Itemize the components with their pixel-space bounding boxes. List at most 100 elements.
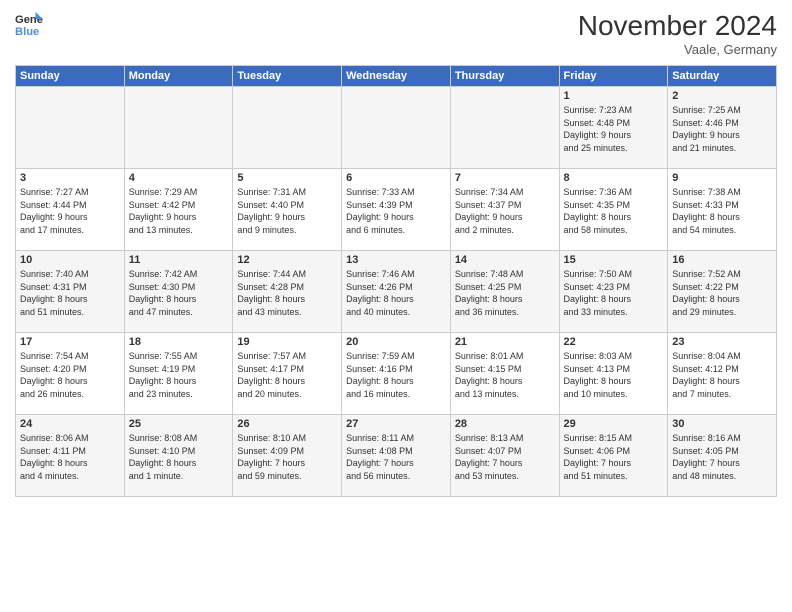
day-cell-3-0: 17Sunrise: 7:54 AM Sunset: 4:20 PM Dayli… [16, 333, 125, 415]
day-cell-3-3: 20Sunrise: 7:59 AM Sunset: 4:16 PM Dayli… [342, 333, 451, 415]
header: General Blue November 2024 Vaale, German… [15, 10, 777, 57]
day-number: 9 [672, 172, 772, 184]
day-number: 6 [346, 172, 446, 184]
day-cell-3-5: 22 Sunrise: 8:03 AM Sunset: 4:13 PM Dayli… [559, 333, 668, 415]
day-cell-2-1: 11 Sunrise: 7:42 AM Sunset: 4:30 PM Dayli… [124, 251, 233, 333]
day-cell-0-4 [450, 87, 559, 169]
day-number: 12 [237, 254, 337, 266]
day-cell-1-4: 7Sunrise: 7:34 AM Sunset: 4:37 PM Daylig… [450, 169, 559, 251]
day-cell-0-1 [124, 87, 233, 169]
day-cell-4-2: 26Sunrise: 8:10 AM Sunset: 4:09 PM Dayli… [233, 415, 342, 497]
day-cell-3-4: 21 Sunrise: 8:01 AM Sunset: 4:15 PM Dayli… [450, 333, 559, 415]
day-info: Sunrise: 7:27 AM Sunset: 4:44 PM Dayligh… [20, 186, 120, 236]
day-cell-0-0 [16, 87, 125, 169]
day-number: 3 [20, 172, 120, 184]
day-info: Sunrise: 8:15 AM Sunset: 4:06 PM Dayligh… [564, 432, 664, 482]
day-number: 4 [129, 172, 229, 184]
day-info: Sunrise: 7:54 AM Sunset: 4:20 PM Dayligh… [20, 350, 120, 400]
day-cell-1-3: 6 Sunrise: 7:33 AM Sunset: 4:39 PM Daylig… [342, 169, 451, 251]
col-friday: Friday [559, 66, 668, 87]
day-number: 13 [346, 254, 446, 266]
month-title: November 2024 [578, 10, 777, 42]
day-cell-3-6: 23 Sunrise: 8:04 AM Sunset: 4:12 PM Dayli… [668, 333, 777, 415]
title-block: November 2024 Vaale, Germany [578, 10, 777, 57]
day-cell-1-6: 9 Sunrise: 7:38 AM Sunset: 4:33 PM Daylig… [668, 169, 777, 251]
location: Vaale, Germany [578, 42, 777, 57]
day-cell-2-6: 16 Sunrise: 7:52 AM Sunset: 4:22 PM Dayli… [668, 251, 777, 333]
week-row-5: 24Sunrise: 8:06 AM Sunset: 4:11 PM Dayli… [16, 415, 777, 497]
day-info: Sunrise: 7:48 AM Sunset: 4:25 PM Dayligh… [455, 268, 555, 318]
day-number: 15 [564, 254, 664, 266]
day-number: 5 [237, 172, 337, 184]
col-wednesday: Wednesday [342, 66, 451, 87]
day-info: Sunrise: 7:57 AM Sunset: 4:17 PM Dayligh… [237, 350, 337, 400]
day-cell-0-2 [233, 87, 342, 169]
day-number: 20 [346, 336, 446, 348]
day-number: 16 [672, 254, 772, 266]
day-cell-1-0: 3 Sunrise: 7:27 AM Sunset: 4:44 PM Daylig… [16, 169, 125, 251]
day-info: Sunrise: 7:50 AM Sunset: 4:23 PM Dayligh… [564, 268, 664, 318]
week-row-2: 3 Sunrise: 7:27 AM Sunset: 4:44 PM Daylig… [16, 169, 777, 251]
col-tuesday: Tuesday [233, 66, 342, 87]
day-info: Sunrise: 8:11 AM Sunset: 4:08 PM Dayligh… [346, 432, 446, 482]
day-cell-0-5: 1 Sunrise: 7:23 AM Sunset: 4:48 PM Daylig… [559, 87, 668, 169]
day-info: Sunrise: 7:36 AM Sunset: 4:35 PM Dayligh… [564, 186, 664, 236]
col-saturday: Saturday [668, 66, 777, 87]
day-number: 7 [455, 172, 555, 184]
day-cell-0-3 [342, 87, 451, 169]
day-info: Sunrise: 7:33 AM Sunset: 4:39 PM Dayligh… [346, 186, 446, 236]
day-number: 28 [455, 418, 555, 430]
day-info: Sunrise: 7:40 AM Sunset: 4:31 PM Dayligh… [20, 268, 120, 318]
col-monday: Monday [124, 66, 233, 87]
day-number: 22 [564, 336, 664, 348]
day-number: 10 [20, 254, 120, 266]
logo-icon: General Blue [15, 10, 43, 38]
day-info: Sunrise: 8:13 AM Sunset: 4:07 PM Dayligh… [455, 432, 555, 482]
day-cell-3-1: 18Sunrise: 7:55 AM Sunset: 4:19 PM Dayli… [124, 333, 233, 415]
day-info: Sunrise: 8:06 AM Sunset: 4:11 PM Dayligh… [20, 432, 120, 482]
day-number: 1 [564, 90, 664, 102]
day-cell-0-6: 2Sunrise: 7:25 AM Sunset: 4:46 PM Daylig… [668, 87, 777, 169]
day-info: Sunrise: 7:55 AM Sunset: 4:19 PM Dayligh… [129, 350, 229, 400]
day-number: 2 [672, 90, 772, 102]
day-number: 14 [455, 254, 555, 266]
day-number: 25 [129, 418, 229, 430]
day-cell-4-5: 29 Sunrise: 8:15 AM Sunset: 4:06 PM Dayli… [559, 415, 668, 497]
day-cell-1-1: 4 Sunrise: 7:29 AM Sunset: 4:42 PM Daylig… [124, 169, 233, 251]
day-number: 19 [237, 336, 337, 348]
svg-text:Blue: Blue [15, 26, 39, 38]
day-info: Sunrise: 7:31 AM Sunset: 4:40 PM Dayligh… [237, 186, 337, 236]
day-info: Sunrise: 7:44 AM Sunset: 4:28 PM Dayligh… [237, 268, 337, 318]
day-cell-4-0: 24Sunrise: 8:06 AM Sunset: 4:11 PM Dayli… [16, 415, 125, 497]
day-info: Sunrise: 7:52 AM Sunset: 4:22 PM Dayligh… [672, 268, 772, 318]
day-cell-1-5: 8 Sunrise: 7:36 AM Sunset: 4:35 PM Daylig… [559, 169, 668, 251]
day-number: 29 [564, 418, 664, 430]
week-row-3: 10 Sunrise: 7:40 AM Sunset: 4:31 PM Dayli… [16, 251, 777, 333]
day-info: Sunrise: 8:03 AM Sunset: 4:13 PM Dayligh… [564, 350, 664, 400]
col-sunday: Sunday [16, 66, 125, 87]
day-info: Sunrise: 7:29 AM Sunset: 4:42 PM Dayligh… [129, 186, 229, 236]
day-number: 21 [455, 336, 555, 348]
day-info: Sunrise: 7:38 AM Sunset: 4:33 PM Dayligh… [672, 186, 772, 236]
day-cell-2-2: 12 Sunrise: 7:44 AM Sunset: 4:28 PM Dayli… [233, 251, 342, 333]
day-info: Sunrise: 7:46 AM Sunset: 4:26 PM Dayligh… [346, 268, 446, 318]
logo: General Blue [15, 10, 43, 38]
day-cell-1-2: 5 Sunrise: 7:31 AM Sunset: 4:40 PM Daylig… [233, 169, 342, 251]
day-cell-3-2: 19 Sunrise: 7:57 AM Sunset: 4:17 PM Dayli… [233, 333, 342, 415]
day-cell-4-6: 30Sunrise: 8:16 AM Sunset: 4:05 PM Dayli… [668, 415, 777, 497]
day-info: Sunrise: 8:01 AM Sunset: 4:15 PM Dayligh… [455, 350, 555, 400]
day-number: 11 [129, 254, 229, 266]
week-row-4: 17Sunrise: 7:54 AM Sunset: 4:20 PM Dayli… [16, 333, 777, 415]
page-container: General Blue November 2024 Vaale, German… [0, 0, 792, 507]
day-info: Sunrise: 7:23 AM Sunset: 4:48 PM Dayligh… [564, 104, 664, 154]
day-number: 23 [672, 336, 772, 348]
day-info: Sunrise: 8:08 AM Sunset: 4:10 PM Dayligh… [129, 432, 229, 482]
day-cell-4-3: 27 Sunrise: 8:11 AM Sunset: 4:08 PM Dayli… [342, 415, 451, 497]
day-number: 27 [346, 418, 446, 430]
day-info: Sunrise: 7:42 AM Sunset: 4:30 PM Dayligh… [129, 268, 229, 318]
day-cell-2-5: 15 Sunrise: 7:50 AM Sunset: 4:23 PM Dayli… [559, 251, 668, 333]
day-cell-4-1: 25 Sunrise: 8:08 AM Sunset: 4:10 PM Dayli… [124, 415, 233, 497]
week-row-1: 1 Sunrise: 7:23 AM Sunset: 4:48 PM Daylig… [16, 87, 777, 169]
day-number: 8 [564, 172, 664, 184]
day-info: Sunrise: 8:04 AM Sunset: 4:12 PM Dayligh… [672, 350, 772, 400]
